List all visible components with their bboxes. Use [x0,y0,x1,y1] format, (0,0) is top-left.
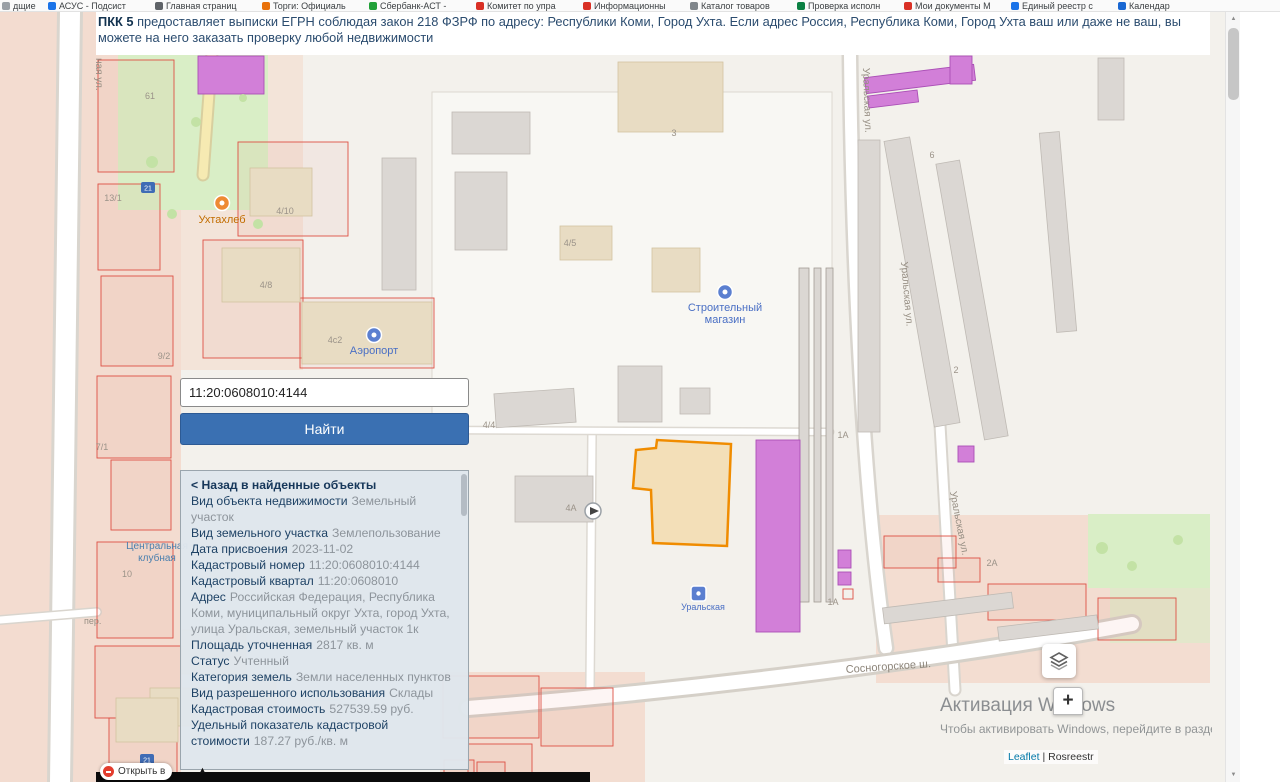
bookmark-item[interactable]: дщие [2,0,44,11]
bookmark-favicon [797,1,805,10]
svg-text:13/1: 13/1 [104,193,122,203]
info-row: Вид разрешенного использования Склады [191,686,434,700]
uralskaya-marker-label: Уральская [681,602,725,612]
rosreestr-attribution: Rosreestr [1048,751,1094,763]
scrollbar-down-icon[interactable]: ▼ [1226,768,1241,782]
svg-text:4/5: 4/5 [564,238,577,248]
svg-text:61: 61 [145,91,155,101]
info-row: Площадь уточненная 2817 кв. м [191,638,374,652]
windows-activation-watermark-title: Активация Windows [940,695,1116,716]
svg-text:1А: 1А [837,430,848,440]
svg-text:4с2: 4с2 [328,335,343,345]
map-attribution: Leaflet | Rosreestr [1004,750,1098,764]
back-to-results-link[interactable]: < Назад в найденные объекты [191,477,458,493]
club-label-1: Центральная [126,541,188,552]
find-button[interactable]: Найти [180,413,469,445]
bookmark-item[interactable]: Информационны [583,0,686,11]
bookmark-favicon [262,1,270,10]
info-row: Дата присвоения 2023-11-02 [191,542,354,556]
svg-text:2А: 2А [986,558,997,568]
bookmark-favicon [2,1,10,10]
bookmark-item[interactable]: АСУС - Подсист [48,0,151,11]
panel-scroll-up-icon[interactable]: ▲ [198,765,207,775]
bookmark-item[interactable]: Каталог товаров [690,0,793,11]
browser-scrollbar[interactable]: ▲ ▼ [1225,12,1240,782]
bookmark-item[interactable]: Главная страниц [155,0,258,11]
svg-text:10: 10 [122,569,132,579]
open-in-icon [103,766,114,777]
bakery-label: Ухтахлеб [198,214,245,226]
svg-text:4/8: 4/8 [260,280,273,290]
bookmark-favicon [369,1,377,10]
bookmark-item[interactable]: Единый реестр с [1011,0,1114,11]
leaflet-link[interactable]: Leaflet [1008,751,1040,763]
svg-text:21: 21 [144,186,152,193]
bookmark-favicon [155,1,163,10]
info-row: Вид объекта недвижимости Земельный участо… [191,494,417,524]
bookmark-favicon [583,1,591,10]
parcel-info-panel[interactable]: < Назад в найденные объекты Вид объекта … [180,470,469,770]
bookmark-favicon [48,1,56,10]
layers-icon [1049,652,1069,671]
info-row: Адрес Российская Федерация, Республика Ко… [191,590,450,636]
bookmark-item[interactable]: Проверка исполн [797,0,900,11]
bookmarks-bar: дщие АСУС - Подсист Главная страниц Торг… [0,0,1280,12]
info-row: Категория земель Земли населенных пунктов [191,670,451,684]
scrollbar-thumb[interactable] [1228,28,1239,100]
service-header-note: ПКК 5 предоставляет выписки ЕГРН соблюда… [96,12,1210,55]
svg-text:7/1: 7/1 [96,442,109,452]
bookmark-item[interactable]: Комитет по упра [476,0,579,11]
brand-name: ПКК 5 [98,14,134,29]
svg-text:1А: 1А [827,597,838,607]
cadastral-search-input[interactable] [180,378,469,407]
svg-text:4/4: 4/4 [483,420,496,430]
svg-text:2: 2 [953,365,958,375]
svg-text:6: 6 [929,150,934,160]
info-row: Кадастровая стоимость 527539.59 руб. [191,702,414,716]
scrollbar-up-icon[interactable]: ▲ [1226,12,1241,26]
bookmark-favicon [476,1,484,10]
bookmark-favicon [1118,1,1126,10]
bookmark-favicon [690,1,698,10]
cadastral-search [180,378,469,407]
header-text: предоставляет выписки ЕГРН соблюдая зако… [98,14,1181,45]
svg-text:9/2: 9/2 [158,351,171,361]
info-row: Статус Учтенный [191,654,289,668]
bookmark-item[interactable]: Календар [1118,0,1221,11]
svg-text:4А: 4А [565,503,576,513]
store-label-2: магазин [705,314,746,326]
info-row: Кадастровый квартал 11:20:0608010 [191,574,399,588]
store-label-1: Строительный [688,302,762,314]
info-row: Кадастровый номер 11:20:0608010:4144 [191,558,420,572]
layers-button[interactable] [1042,644,1076,678]
windows-activation-watermark-subtitle: Чтобы активировать Windows, перейдите в … [940,722,1212,736]
svg-text:ная ул.: ная ул. [93,58,104,91]
bookmark-item[interactable]: Мои документы М [904,0,1007,11]
bookmark-item[interactable]: Торги: Официаль [262,0,365,11]
bookmark-favicon [904,1,912,10]
info-row: Удельный показатель кадастровой стоимост… [191,718,389,748]
bookmark-favicon [1011,1,1019,10]
svg-text:Уральская ул.: Уральская ул. [860,68,873,133]
svg-text:4/10: 4/10 [276,206,294,216]
airport-label: Аэропорт [350,345,398,357]
zoom-in-button[interactable]: + [1053,687,1083,715]
svg-text:пер.: пер. [84,616,101,626]
info-row: Вид земельного участка Землепользование [191,526,441,540]
club-label-2: клубная [138,552,176,564]
bookmark-item[interactable]: Сбербанк-АСТ - [369,0,472,11]
svg-text:3: 3 [671,128,676,138]
panel-scrollbar[interactable] [461,474,467,516]
open-in-button[interactable]: Открыть в [100,763,173,780]
